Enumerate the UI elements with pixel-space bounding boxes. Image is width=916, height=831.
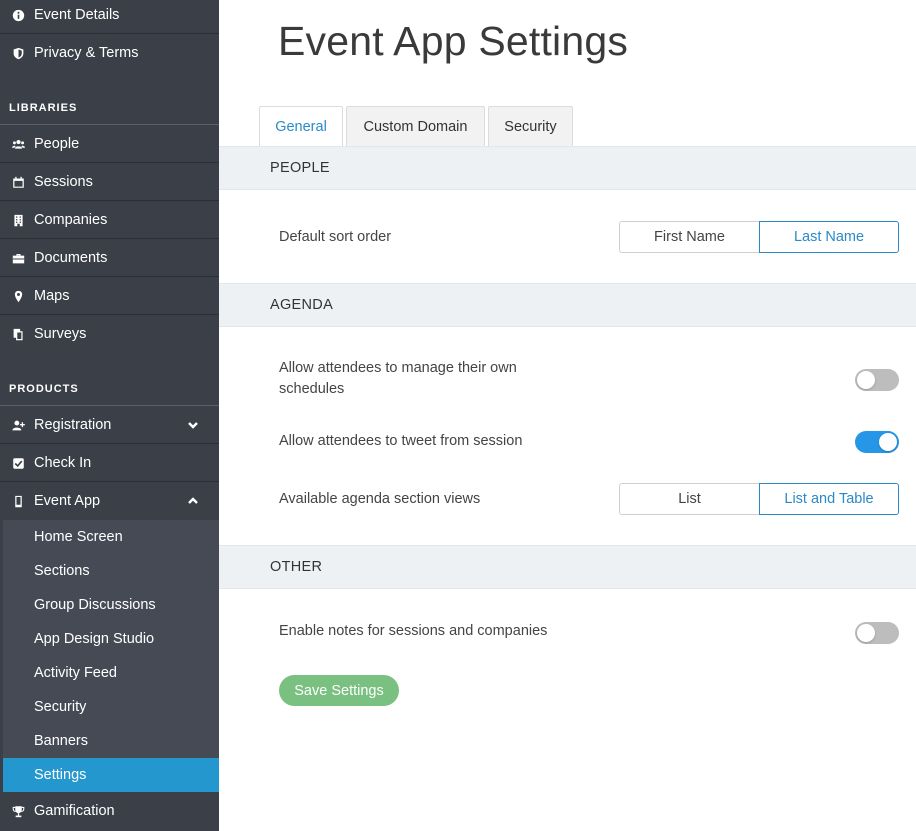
sidebar-item-label: Event App (34, 493, 101, 509)
sidebar-item-maps[interactable]: Maps (0, 279, 219, 313)
sidebar-divider (0, 238, 219, 239)
section-rule (0, 405, 219, 406)
sidebar-subitem-home-screen[interactable]: Home Screen (3, 520, 219, 554)
sidebar-divider (0, 314, 219, 315)
sidebar-item-check-in[interactable]: Check In (0, 446, 219, 480)
people-icon (10, 136, 26, 152)
sidebar-item-label: Check In (34, 455, 92, 471)
section-header-agenda: AGENDA (219, 283, 916, 327)
tweet-from-session-label: Allow attendees to tweet from session (279, 433, 523, 449)
tab-general[interactable]: General (259, 106, 343, 147)
section-header-people: PEOPLE (219, 146, 916, 190)
page-title: Event App Settings (278, 18, 629, 64)
sidebar-item-surveys[interactable]: Surveys (0, 317, 219, 351)
sidebar-subitem-label: Banners (34, 733, 89, 749)
sidebar-item-label: Registration (34, 417, 112, 433)
sidebar-subitem-sections[interactable]: Sections (3, 554, 219, 588)
sidebar-item-documents[interactable]: Documents (0, 241, 219, 275)
tab-custom-domain[interactable]: Custom Domain (346, 106, 485, 146)
sidebar-divider (0, 481, 219, 482)
agenda-views-label: Available agenda section views (279, 491, 481, 507)
sidebar-subitem-label: Group Discussions (34, 597, 156, 613)
tab-security[interactable]: Security (488, 106, 573, 146)
sidebar-divider (0, 200, 219, 201)
user-plus-icon (10, 417, 26, 433)
toggle-knob (857, 371, 875, 389)
toggle-knob (879, 433, 897, 451)
section-rule (0, 124, 219, 125)
sidebar-item-gamification[interactable]: Gamification (0, 794, 219, 828)
chevron-down-icon[interactable] (187, 419, 199, 431)
sidebar-item-event-details[interactable]: Event Details (0, 0, 219, 30)
survey-icon (10, 326, 26, 342)
notes-label: Enable notes for sessions and companies (279, 623, 548, 639)
sidebar-item-label: Surveys (34, 326, 87, 342)
check-square-icon (10, 455, 26, 471)
sidebar-item-label: Documents (34, 250, 108, 266)
sort-last-name-button[interactable]: Last Name (759, 221, 899, 253)
view-list-and-table-button[interactable]: List and Table (759, 483, 899, 515)
sidebar-subitem-security[interactable]: Security (3, 690, 219, 724)
sidebar-item-people[interactable]: People (0, 127, 219, 161)
manage-schedules-label: Allow attendees to manage their own sche… (279, 360, 517, 397)
calendar-icon (10, 174, 26, 190)
trophy-icon (10, 803, 26, 819)
sort-order-label: Default sort order (279, 229, 392, 245)
sort-order-toggle: First Name Last Name (619, 221, 899, 253)
toggle-knob (857, 624, 875, 642)
sidebar-divider (0, 276, 219, 277)
notes-toggle[interactable] (855, 622, 899, 644)
sidebar-item-event-app[interactable]: Event App (0, 484, 219, 518)
sidebar-divider (0, 162, 219, 163)
briefcase-icon (10, 250, 26, 266)
sidebar-item-label: Maps (34, 288, 70, 304)
sidebar: Event Details Privacy & Terms LIBRARIES … (0, 0, 219, 831)
mobile-icon (10, 493, 26, 509)
sidebar-item-label: Sessions (34, 174, 93, 190)
sidebar-subitem-group-discussions[interactable]: Group Discussions (3, 588, 219, 622)
manage-schedules-toggle[interactable] (855, 369, 899, 391)
sidebar-item-registration[interactable]: Registration (0, 408, 219, 442)
info-icon (10, 7, 26, 23)
sidebar-subitem-label: Home Screen (34, 529, 123, 545)
building-icon (10, 212, 26, 228)
sidebar-item-sessions[interactable]: Sessions (0, 165, 219, 199)
sidebar-item-label: Companies (34, 212, 108, 228)
sidebar-subitem-label: Settings (34, 767, 87, 783)
sidebar-subitem-label: Sections (34, 563, 90, 579)
sidebar-divider (0, 443, 219, 444)
sidebar-subitem-label: App Design Studio (34, 631, 155, 647)
sidebar-item-label: Privacy & Terms (34, 45, 139, 61)
sidebar-subitem-label: Activity Feed (34, 665, 117, 681)
sidebar-item-label: Event Details (34, 7, 120, 23)
section-header-other: OTHER (219, 545, 916, 589)
products-heading: PRODUCTS (9, 383, 79, 395)
sidebar-item-privacy-terms[interactable]: Privacy & Terms (0, 36, 219, 70)
chevron-up-icon[interactable] (187, 495, 199, 507)
sidebar-item-companies[interactable]: Companies (0, 203, 219, 237)
tweet-from-session-toggle[interactable] (855, 431, 899, 453)
libraries-heading: LIBRARIES (9, 102, 78, 114)
shield-icon (10, 45, 26, 61)
tab-bar: General Custom Domain Security (259, 106, 576, 147)
sidebar-divider (0, 33, 219, 34)
sidebar-subitem-banners[interactable]: Banners (3, 724, 219, 758)
sidebar-item-label: Gamification (34, 803, 115, 819)
sidebar-subitem-label: Security (34, 699, 87, 715)
main-content: Event App Settings General Custom Domain… (219, 0, 916, 831)
agenda-views-toggle: List List and Table (619, 483, 899, 515)
sidebar-subitem-settings[interactable]: Settings (3, 758, 219, 792)
map-pin-icon (10, 288, 26, 304)
sidebar-subitem-app-design-studio[interactable]: App Design Studio (3, 622, 219, 656)
save-settings-button[interactable]: Save Settings (279, 675, 399, 706)
sidebar-item-label: People (34, 136, 80, 152)
sidebar-subitem-activity-feed[interactable]: Activity Feed (3, 656, 219, 690)
view-list-button[interactable]: List (619, 483, 759, 515)
sort-first-name-button[interactable]: First Name (619, 221, 759, 253)
